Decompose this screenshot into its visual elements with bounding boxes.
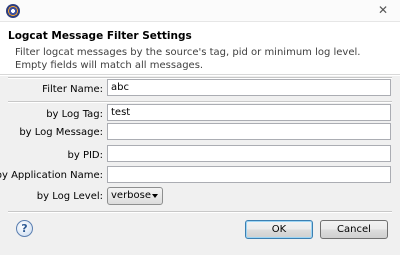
help-icon[interactable]: ? <box>16 220 33 237</box>
application-name-field[interactable] <box>107 166 391 183</box>
pid-field[interactable] <box>107 145 391 162</box>
log-tag-label: by Log Tag: <box>46 109 103 120</box>
filter-name-field[interactable] <box>107 79 391 96</box>
log-level-select[interactable]: verbose <box>107 187 163 205</box>
log-level-value: verbose <box>111 190 152 201</box>
cancel-button[interactable]: Cancel <box>320 220 388 239</box>
chevron-down-icon <box>152 194 158 198</box>
dialog-message-line-1: Filter logcat messages by the source's t… <box>15 47 361 58</box>
dialog-header: Logcat Message Filter Settings Filter lo… <box>0 22 400 75</box>
pid-label: by PID: <box>67 150 104 161</box>
dialog-message-line-2: Empty fields will match all messages. <box>15 60 204 71</box>
close-icon[interactable]: ✕ <box>376 3 390 17</box>
application-name-label: by Application Name: <box>0 170 103 181</box>
footer-divider <box>8 211 392 213</box>
log-message-label: by Log Message: <box>19 127 103 138</box>
log-level-label: by Log Level: <box>36 191 103 202</box>
log-tag-field[interactable] <box>107 104 391 121</box>
dialog-title: Logcat Message Filter Settings <box>8 30 192 42</box>
eclipse-icon <box>6 4 20 18</box>
form-divider <box>8 101 392 103</box>
title-bar: ✕ <box>0 0 400 22</box>
ok-button[interactable]: OK <box>245 220 313 239</box>
log-message-field[interactable] <box>107 123 391 140</box>
filter-name-label: Filter Name: <box>42 84 103 95</box>
